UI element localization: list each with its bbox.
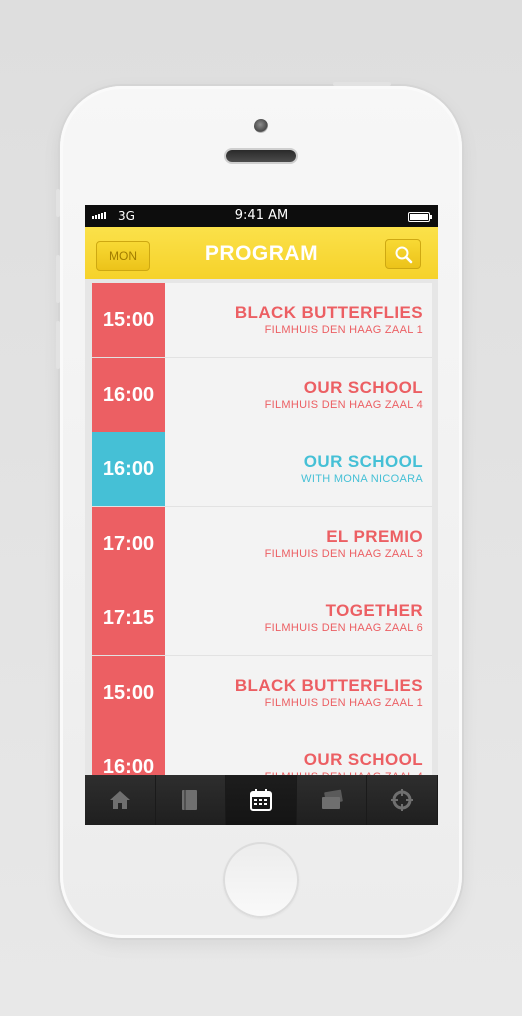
showtime-block: 16:00 — [92, 730, 165, 775]
status-time: 9:41 AM — [234, 208, 289, 223]
page-title: PROGRAM — [204, 242, 319, 265]
film-location: FILMHUIS DEN HAAG ZAAL 1 — [264, 324, 423, 336]
program-row[interactable]: 15:00 BLACK BUTTERFLIES FILMHUIS DEN HAAG … — [92, 655, 432, 731]
showtime-block: 17:15 — [92, 581, 165, 655]
tab-calendar[interactable] — [226, 775, 297, 825]
film-title: TOGETHER — [325, 601, 423, 620]
film-location: FILMHUIS DEN HAAG ZAAL 1 — [264, 696, 423, 709]
search-icon — [395, 246, 413, 264]
showtime-block: 16:00 — [92, 432, 165, 506]
status-bar: 3G 9:41 AM — [85, 205, 438, 227]
program-row[interactable]: 16:00OUR SCHOOLFILMHUIS DEN HAAG ZAAL 4 — [92, 730, 432, 775]
battery-icon — [408, 212, 432, 222]
film-title: OUR SCHOOL — [303, 452, 423, 471]
front-camera — [254, 119, 268, 133]
tab-book[interactable] — [156, 775, 227, 825]
program-row[interactable]: 17:15 TOGETHER FILMHUIS DEN HAAG ZAAL 6 — [92, 581, 432, 656]
volume-down-button — [56, 321, 60, 369]
program-row[interactable]: 17:00 EL PREMIO FILMHUIS DEN HAAG ZAAL 3 — [92, 506, 432, 582]
film-location: FILMHUIS DEN HAAG ZAAL 3 — [264, 547, 423, 560]
showtime-block: 16:00 — [92, 357, 165, 432]
film-title: OUR SCHOOL — [303, 377, 423, 397]
tab-tickets[interactable] — [297, 775, 368, 825]
film-title: BLACK BUTTERFLIES — [234, 303, 423, 322]
crosshair-icon — [390, 788, 414, 812]
film-location: WITH MONA NICOARA — [301, 473, 423, 485]
calendar-icon — [249, 788, 273, 812]
film-title: OUR SCHOOL — [303, 750, 423, 769]
tab-bar — [85, 775, 438, 825]
volume-up-button — [56, 255, 60, 303]
showtime-block: 17:00 — [92, 506, 165, 581]
home-button[interactable] — [223, 842, 299, 918]
showtime-block: 15:00 — [92, 283, 165, 357]
tab-crosshair[interactable] — [367, 775, 438, 825]
tickets-icon — [319, 789, 345, 811]
tab-home[interactable] — [85, 775, 156, 825]
mute-switch — [56, 189, 60, 217]
program-row[interactable]: 15:00 BLACK BUTTERFLIES FILMHUIS DEN HAAG … — [92, 283, 432, 358]
film-location: FILMHUIS DEN HAAG ZAAL 4 — [264, 398, 423, 411]
film-title: EL PREMIO — [326, 526, 423, 546]
home-icon — [108, 789, 132, 811]
search-button[interactable] — [385, 239, 421, 269]
film-location: FILMHUIS DEN HAAG ZAAL 6 — [264, 622, 423, 634]
day-selector-button[interactable]: MON — [96, 241, 150, 271]
program-list[interactable]: 15:00 BLACK BUTTERFLIES FILMHUIS DEN HAAG … — [85, 279, 438, 775]
earpiece-speaker — [226, 150, 296, 162]
showtime-block: 15:00 — [92, 655, 165, 730]
book-icon — [180, 788, 200, 812]
program-row[interactable]: 16:00 OUR SCHOOL WITH MONA NICOARA — [92, 432, 432, 507]
film-title: BLACK BUTTERFLIES — [234, 675, 423, 695]
app-header: MON PROGRAM — [85, 227, 438, 280]
app-screen: 3G 9:41 AM MON PROGRAM 15:00 BLACK BUTTER… — [85, 205, 438, 825]
program-row[interactable]: 16:00 OUR SCHOOLFILMHUIS DEN HAAG ZAAL 4 — [92, 357, 432, 433]
power-button — [333, 82, 391, 86]
